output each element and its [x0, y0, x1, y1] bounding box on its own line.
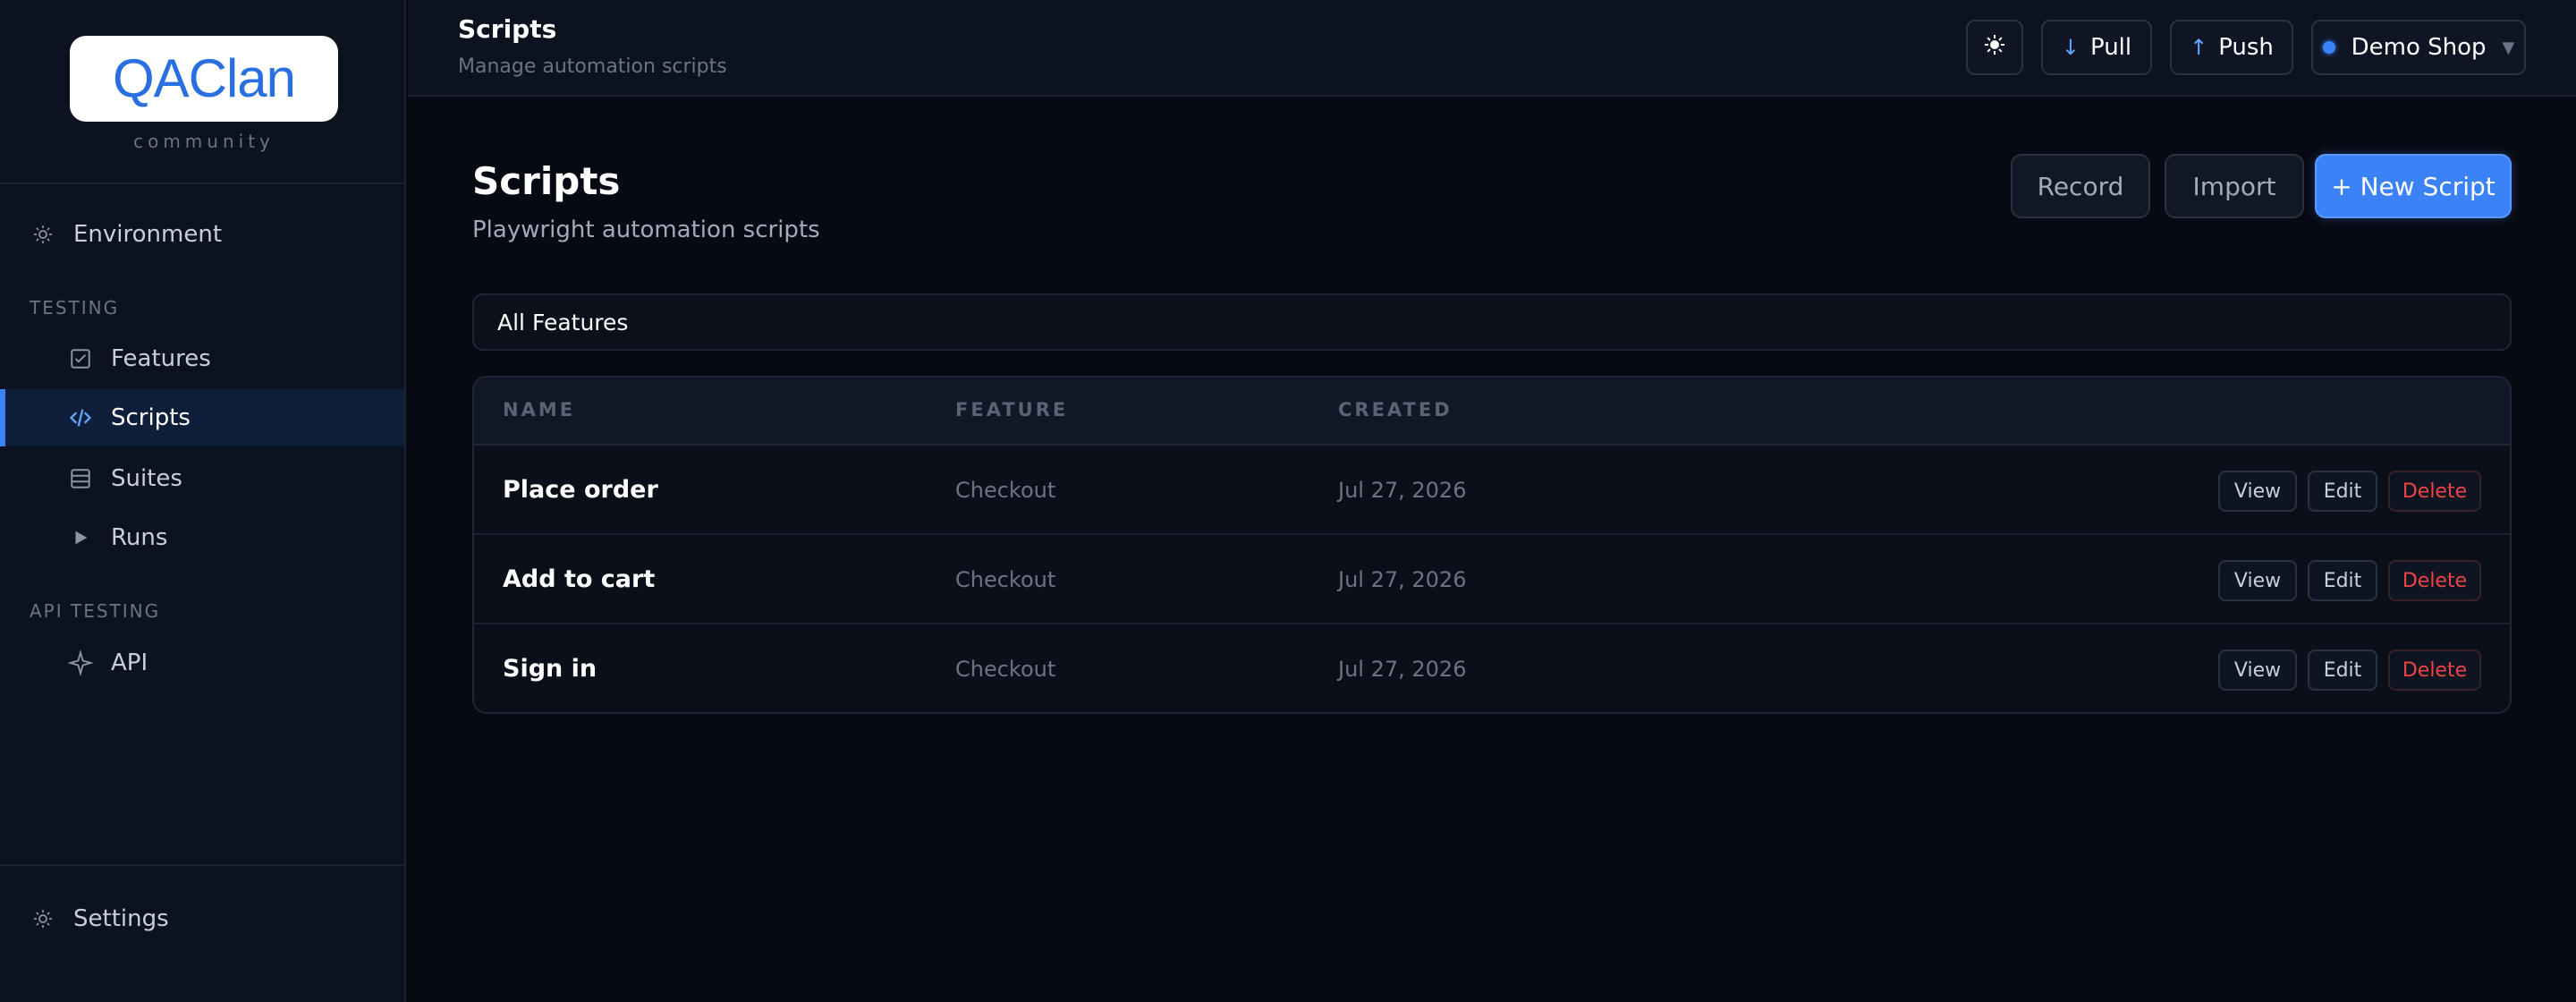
- edit-button[interactable]: Edit: [2308, 471, 2377, 512]
- logo-text: QAClan: [112, 48, 296, 108]
- push-button[interactable]: ↑ Push: [2170, 20, 2293, 75]
- sidebar-item-label: Settings: [73, 905, 169, 932]
- section-label-testing: TESTING: [30, 297, 120, 318]
- sidebar-item-environment[interactable]: Environment: [0, 206, 404, 263]
- shop-selector[interactable]: Demo Shop ▼: [2311, 20, 2526, 75]
- theme-toggle-button[interactable]: [1966, 20, 2023, 75]
- sidebar-item-scripts[interactable]: Scripts: [0, 389, 404, 446]
- shop-label: Demo Shop: [2351, 34, 2487, 61]
- feature-filter-select[interactable]: All Features: [472, 293, 2512, 351]
- logo[interactable]: QAClan: [70, 36, 338, 122]
- delete-button[interactable]: Delete: [2388, 471, 2481, 512]
- script-created: Jul 27, 2026: [1338, 567, 1467, 592]
- column-header-created: CREATED: [1338, 399, 1453, 420]
- sidebar-item-label: Environment: [73, 221, 223, 248]
- table-row: Sign in Checkout Jul 27, 2026 View Edit …: [474, 624, 2510, 712]
- sidebar-item-label: API: [111, 650, 148, 676]
- script-feature: Checkout: [955, 567, 1056, 592]
- sparkle-icon: [68, 650, 93, 676]
- sidebar-item-label: Scripts: [111, 404, 191, 431]
- stack-icon: [68, 466, 93, 491]
- section-label-api-testing: API TESTING: [30, 600, 161, 622]
- sidebar-item-settings[interactable]: Settings: [0, 890, 404, 947]
- edit-button[interactable]: Edit: [2308, 560, 2377, 601]
- app-root: QAClan community Environment TESTING Fea: [0, 0, 2576, 1002]
- arrow-down-icon: ↓: [2061, 35, 2080, 60]
- script-name: Place order: [503, 476, 658, 504]
- sidebar-item-label: Runs: [111, 524, 168, 551]
- view-button[interactable]: View: [2218, 650, 2297, 691]
- chevron-down-icon: ▼: [2502, 38, 2515, 57]
- delete-button[interactable]: Delete: [2388, 650, 2481, 691]
- arrow-up-icon: ↑: [2190, 35, 2208, 60]
- import-button[interactable]: Import: [2165, 154, 2304, 218]
- script-feature: Checkout: [955, 657, 1056, 682]
- pull-label: Pull: [2089, 34, 2132, 61]
- scripts-table: NAME FEATURE CREATED Place order Checkou…: [472, 376, 2512, 714]
- column-header-feature: FEATURE: [955, 399, 1069, 420]
- brand: QAClan community: [0, 0, 404, 184]
- code-icon: [68, 405, 93, 430]
- sidebar: QAClan community Environment TESTING Fea: [0, 0, 406, 1002]
- checklist-icon: [68, 346, 93, 371]
- edit-button[interactable]: Edit: [2308, 650, 2377, 691]
- new-script-button[interactable]: + New Script: [2315, 154, 2512, 218]
- sidebar-item-label: Features: [111, 345, 211, 372]
- main-content: Scripts Playwright automation scripts Re…: [408, 98, 2576, 1002]
- pull-button[interactable]: ↓ Pull: [2041, 20, 2152, 75]
- sidebar-item-features[interactable]: Features: [0, 330, 404, 387]
- record-button[interactable]: Record: [2011, 154, 2150, 218]
- script-feature: Checkout: [955, 478, 1056, 503]
- sun-icon: [1984, 34, 2005, 62]
- view-button[interactable]: View: [2218, 471, 2297, 512]
- sun-icon: [30, 222, 55, 247]
- logo-tagline: community: [133, 131, 275, 152]
- script-name: Add to cart: [503, 565, 656, 593]
- delete-button[interactable]: Delete: [2388, 560, 2481, 601]
- top-header: Scripts Manage automation scripts ↓ Pull…: [408, 0, 2576, 97]
- column-header-name: NAME: [503, 399, 576, 420]
- table-header: NAME FEATURE CREATED: [474, 378, 2510, 446]
- status-dot: [2322, 41, 2335, 54]
- view-button[interactable]: View: [2218, 560, 2297, 601]
- play-icon: [68, 525, 93, 550]
- sidebar-item-runs[interactable]: Runs: [0, 509, 404, 566]
- sidebar-item-label: Suites: [111, 465, 182, 492]
- gear-icon: [30, 906, 55, 931]
- sidebar-item-api[interactable]: API: [0, 634, 404, 692]
- page-title: Scripts: [472, 159, 621, 203]
- script-name: Sign in: [503, 655, 597, 683]
- table-row: Place order Checkout Jul 27, 2026 View E…: [474, 446, 2510, 535]
- table-row: Add to cart Checkout Jul 27, 2026 View E…: [474, 535, 2510, 624]
- script-created: Jul 27, 2026: [1338, 478, 1467, 503]
- sidebar-divider: [0, 864, 404, 866]
- header-subtitle: Manage automation scripts: [458, 55, 727, 78]
- header-title: Scripts: [458, 14, 557, 44]
- push-label: Push: [2218, 34, 2274, 61]
- page-subtitle: Playwright automation scripts: [472, 217, 820, 243]
- script-created: Jul 27, 2026: [1338, 657, 1467, 682]
- sidebar-item-suites[interactable]: Suites: [0, 450, 404, 507]
